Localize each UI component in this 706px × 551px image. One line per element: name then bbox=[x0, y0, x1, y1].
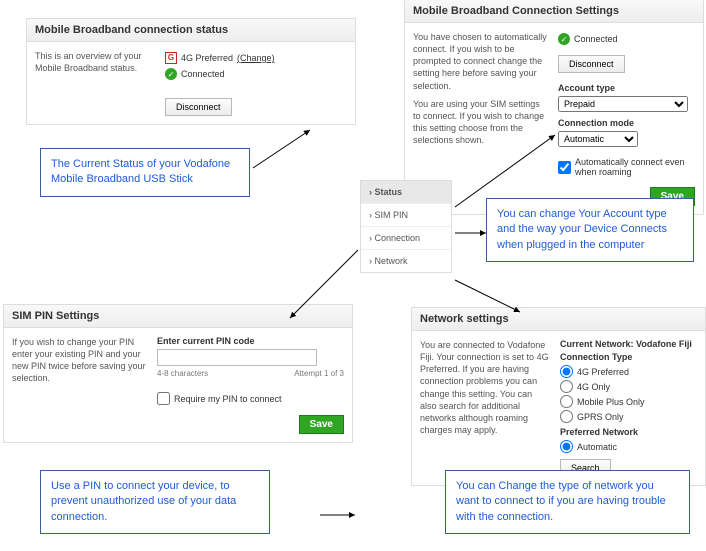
conn-desc1: You have chosen to automatically connect… bbox=[413, 31, 548, 92]
conn-settings-title: Mobile Broadband Connection Settings bbox=[405, 0, 703, 23]
nav-network[interactable]: › Network bbox=[361, 250, 451, 272]
opt-mobile-plus[interactable] bbox=[560, 395, 573, 408]
roaming-label: Automatically connect even when roaming bbox=[575, 157, 695, 177]
pin-chars-hint: 4-8 characters bbox=[157, 369, 208, 378]
enter-pin-label: Enter current PIN code bbox=[157, 336, 344, 346]
pin-input[interactable] bbox=[157, 349, 317, 366]
sim-pin-panel: SIM PIN Settings If you wish to change y… bbox=[3, 304, 353, 443]
conn-mode-label: Connection mode bbox=[558, 118, 695, 128]
callout-network: You can Change the type of network you w… bbox=[445, 470, 690, 534]
roaming-checkbox[interactable] bbox=[558, 161, 571, 174]
network-title: Network settings bbox=[412, 308, 705, 331]
opt-automatic[interactable] bbox=[560, 440, 573, 453]
disconnect-button[interactable]: Disconnect bbox=[165, 98, 232, 116]
callout-status: The Current Status of your Vodafone Mobi… bbox=[40, 148, 250, 197]
conn-mode-select[interactable]: Automatic bbox=[558, 131, 638, 147]
pin-attempt-hint: Attempt 1 of 3 bbox=[294, 369, 344, 378]
connected-text: Connected bbox=[181, 69, 225, 79]
disconnect-button-2[interactable]: Disconnect bbox=[558, 55, 625, 73]
conn-type-label: Connection Type bbox=[560, 352, 697, 362]
network-panel: Network settings You are connected to Vo… bbox=[411, 307, 706, 486]
nav-sim-pin[interactable]: › SIM PIN bbox=[361, 204, 451, 227]
status-desc: This is an overview of your Mobile Broad… bbox=[35, 50, 155, 116]
opt-4g-only[interactable] bbox=[560, 380, 573, 393]
conn-desc2: You are using your SIM settings to conne… bbox=[413, 98, 548, 147]
nav-connection[interactable]: › Connection bbox=[361, 227, 451, 250]
status-panel-title: Mobile Broadband connection status bbox=[27, 19, 355, 42]
pref-text: 4G Preferred bbox=[181, 53, 233, 63]
network-desc: You are connected to Vodafone Fiji. Your… bbox=[420, 339, 550, 477]
sim-pin-title: SIM PIN Settings bbox=[4, 305, 352, 328]
nav-menu: › Status › SIM PIN › Connection › Networ… bbox=[360, 180, 452, 273]
callout-settings: You can change Your Account type and the… bbox=[486, 198, 694, 262]
require-pin-checkbox[interactable] bbox=[157, 392, 170, 405]
connected-text-2: Connected bbox=[574, 34, 618, 44]
nav-status[interactable]: › Status bbox=[361, 181, 451, 204]
g-icon: G bbox=[165, 52, 177, 64]
status-panel: Mobile Broadband connection status This … bbox=[26, 18, 356, 125]
sim-save-button[interactable]: Save bbox=[299, 415, 344, 434]
change-link[interactable]: (Change) bbox=[237, 53, 275, 63]
account-type-select[interactable]: Prepaid bbox=[558, 96, 688, 112]
opt-4g-preferred[interactable] bbox=[560, 365, 573, 378]
current-network-label: Current Network: Vodafone Fiji bbox=[560, 339, 697, 349]
account-type-label: Account type bbox=[558, 83, 695, 93]
opt-gprs-only[interactable] bbox=[560, 410, 573, 423]
require-pin-label: Require my PIN to connect bbox=[174, 394, 282, 404]
check-icon: ✓ bbox=[558, 33, 570, 45]
check-icon: ✓ bbox=[165, 68, 177, 80]
callout-sim: Use a PIN to connect your device, to pre… bbox=[40, 470, 270, 534]
pref-net-label: Preferred Network bbox=[560, 427, 697, 437]
sim-desc: If you wish to change your PIN enter you… bbox=[12, 336, 147, 434]
